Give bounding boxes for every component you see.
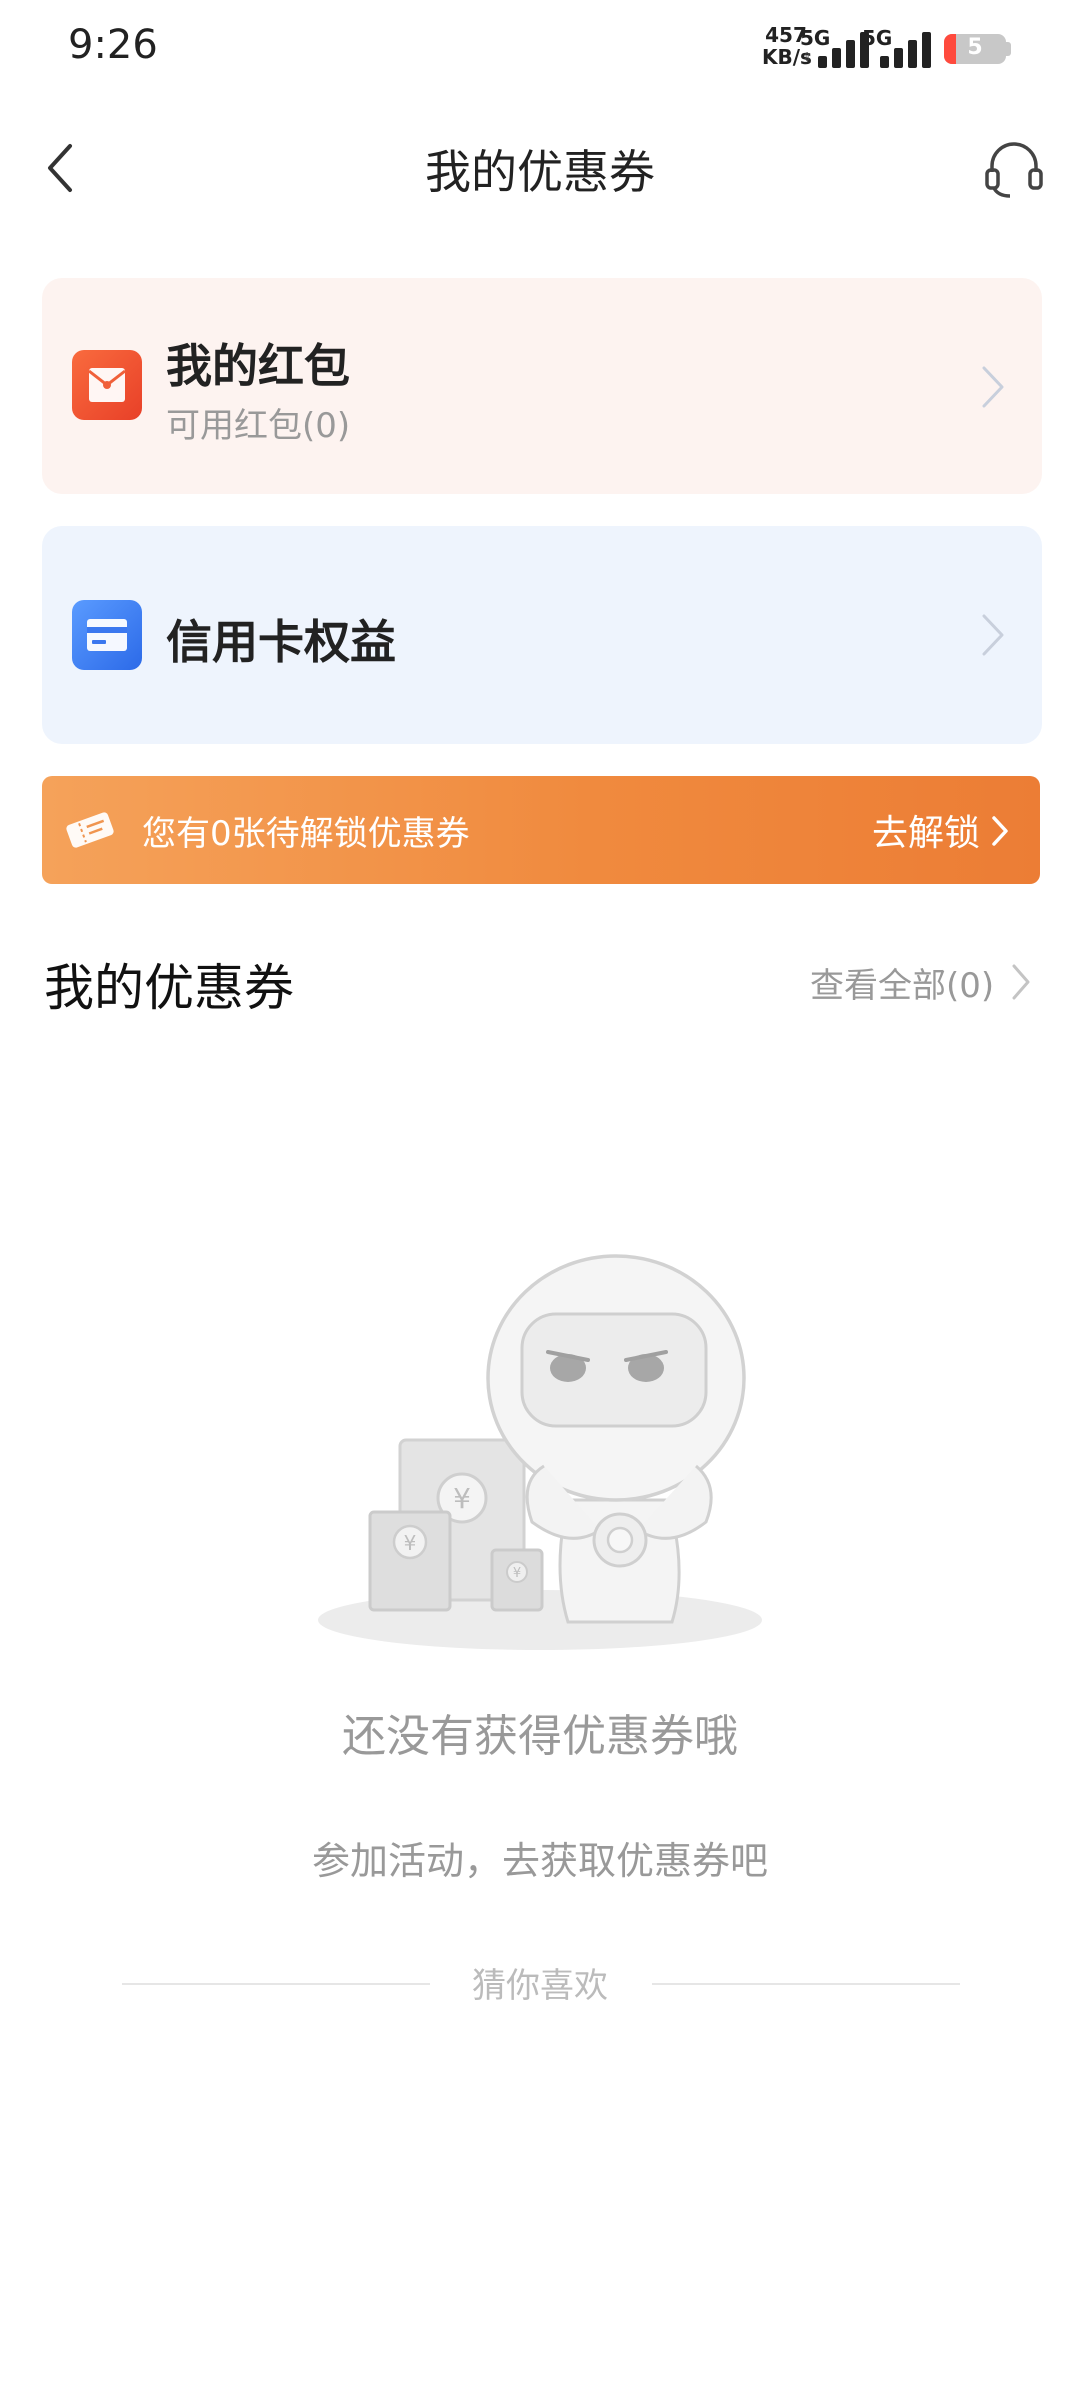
unlock-coupons-banner[interactable]: 您有0张待解锁优惠券 去解锁 [42, 776, 1040, 884]
battery-icon: 5 [944, 34, 1006, 64]
card-icon [72, 600, 142, 670]
red-packet-card[interactable]: 我的红包 可用红包(0) [42, 278, 1042, 494]
chevron-right-icon [1012, 964, 1030, 1000]
red-packet-count: 可用红包(0) [166, 406, 351, 446]
yen-symbol: ¥ [453, 1482, 471, 1515]
page: 9:26 457 KB/s 5G ⇕ 5G 5 我的优惠券 我的红包 可用红包(… [0, 0, 1080, 2400]
signal-bars-icon [880, 28, 950, 68]
red-packet-title: 我的红包 [166, 339, 350, 393]
yen-symbol: ¥ [513, 1566, 521, 1581]
divider-line [652, 1983, 960, 1985]
red-envelope-icon [72, 350, 142, 420]
unlock-button[interactable]: 去解锁 [872, 804, 980, 856]
chevron-right-icon [982, 614, 1004, 656]
ticket-icon [66, 812, 114, 848]
chevron-right-icon [982, 366, 1004, 408]
credit-card-benefits-title: 信用卡权益 [166, 615, 396, 669]
empty-state-subtitle: 参加活动，去获取优惠券吧 [311, 1839, 768, 1883]
headset-icon [985, 142, 1043, 198]
my-coupons-heading: 我的优惠券 [44, 959, 294, 1017]
page-title: 我的优惠券 [425, 145, 655, 199]
status-time: 9:26 [68, 22, 158, 68]
view-all-coupons-link[interactable]: 查看全部(0) [810, 958, 994, 1007]
customer-service-button[interactable] [982, 136, 1046, 200]
battery-level: 5 [967, 35, 983, 60]
credit-card-benefits-card[interactable]: 信用卡权益 [42, 526, 1042, 744]
yen-symbol: ¥ [404, 1531, 417, 1555]
chevron-right-icon [992, 816, 1008, 846]
empty-coupons-illustration: ¥ ¥ ¥ [318, 1254, 762, 1650]
unlock-coupons-text: 您有0张待解锁优惠券 [142, 814, 470, 854]
status-bar: 9:26 457 KB/s 5G ⇕ 5G 5 [0, 0, 1080, 100]
empty-state-title: 还没有获得优惠券哦 [342, 1711, 738, 1762]
data-arrows-icon: ⇕ [802, 50, 813, 64]
